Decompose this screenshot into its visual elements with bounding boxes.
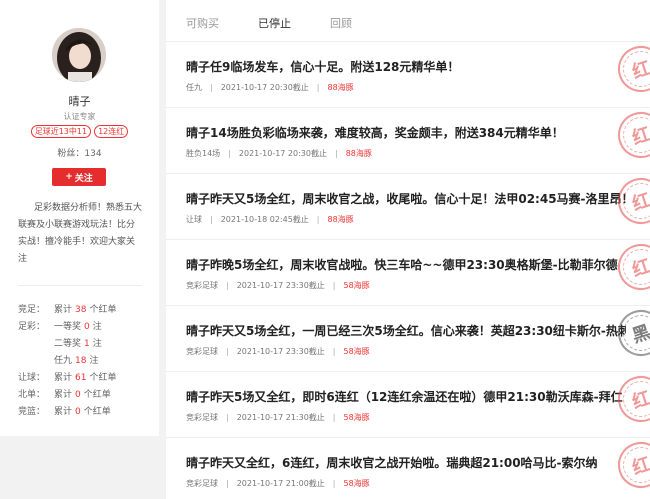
- list-item[interactable]: 晴子任9临场发车，信心十足。附送128元精华单！ 任九 | 2021-10-17 2…: [166, 42, 650, 108]
- red-result-stamp-icon: 红: [612, 42, 650, 98]
- plan-title[interactable]: 晴子昨天又5场全红，一周已经三次5场全红。信心来袭！英超23:30纽卡斯尔-热刺: [186, 322, 626, 339]
- plan-meta: 竞彩足球 | 2021-10-17 23:30截止 | 58海豚: [186, 347, 370, 356]
- divider: [18, 285, 142, 286]
- plan-list: 晴子任9临场发车，信心十足。附送128元精华单！ 任九 | 2021-10-17 2…: [166, 42, 650, 499]
- stat-row: 让球： 累计 61 个红单: [18, 373, 117, 383]
- avatar-image: [52, 28, 106, 82]
- plan-title[interactable]: 晴子昨天又5场全红，周末收官之战，收尾啦。信心十足！法甲02:45马赛-洛里昂！: [186, 190, 626, 207]
- plan-meta: 竞彩足球 | 2021-10-17 23:30截止 | 58海豚: [186, 281, 370, 290]
- red-result-stamp-icon: 红: [612, 372, 650, 428]
- red-result-stamp-icon: 红: [612, 438, 650, 494]
- follow-button[interactable]: + 关注: [52, 168, 106, 186]
- list-item[interactable]: 晴子14场胜负彩临场来袭，难度较高，奖金颇丰，附送384元精华单！ 胜负14场 |…: [166, 108, 650, 174]
- plan-title[interactable]: 晴子昨天又全红，6连红，周末收官之战开始啦。瑞典超21:00哈马比-索尔纳: [186, 454, 626, 471]
- expert-bio: 足彩数据分析师！熟悉五大联赛及小联赛游戏玩法！比分实战！擅冷能手！欢迎大家关注: [18, 203, 143, 264]
- expert-profile-card: 晴子 认证专家 足球近13中11 12连红 粉丝：134 + 关注 足彩数据分析…: [0, 0, 159, 436]
- stats-list: 竞足： 累计 38 个红单 足彩： 一等奖 0 注 二等奖 1 注 任九 18 注 让球： 累计…: [18, 302, 116, 421]
- red-result-stamp-icon: 红: [612, 174, 650, 230]
- list-item[interactable]: 晴子昨晚5场全红，周末收官战啦。快三车哈~~德甲23:30奥格斯堡-比勒菲尔德 …: [166, 240, 650, 306]
- list-item[interactable]: 晴子昨天又全红，6连红，周末收官之战开始啦。瑞典超21:00哈马比-索尔纳 竞彩…: [166, 438, 650, 499]
- streak-tag: 12连红: [94, 125, 129, 138]
- stat-row: 竞足： 累计 38 个红单: [18, 305, 117, 315]
- plus-icon: +: [65, 172, 73, 182]
- plan-title[interactable]: 晴子昨晚5场全红，周末收官战啦。快三车哈~~德甲23:30奥格斯堡-比勒菲尔德: [186, 256, 626, 273]
- stat-row: 足彩： 一等奖 0 注: [18, 322, 102, 332]
- plan-title[interactable]: 晴子14场胜负彩临场来袭，难度较高，奖金颇丰，附送384元精华单！: [186, 124, 626, 141]
- stat-row: 北单： 累计 0 个红单: [18, 390, 111, 400]
- certification-label: 认证专家: [63, 112, 96, 121]
- plan-meta: 竞彩足球 | 2021-10-17 21:30截止 | 58海豚: [186, 413, 370, 422]
- list-item[interactable]: 晴子昨天又5场全红，一周已经三次5场全红。信心来袭！英超23:30纽卡斯尔-热刺…: [166, 306, 650, 372]
- stat-row: 任九 18 注: [54, 356, 99, 366]
- plan-meta: 让球 | 2021-10-18 02:45截止 | 88海豚: [186, 215, 354, 224]
- plan-title[interactable]: 晴子任9临场发车，信心十足。附送128元精华单！: [186, 58, 626, 75]
- stat-row: 竞篮： 累计 0 个红单: [18, 407, 111, 417]
- expert-name: 晴子: [68, 95, 91, 108]
- red-result-stamp-icon: 红: [612, 108, 650, 164]
- plan-meta: 竞彩足球 | 2021-10-17 21:00截止 | 58海豚: [186, 479, 370, 488]
- list-item[interactable]: 晴子昨天5场又全红，即时6连红（12连红余温还在啦）德甲21:30勒沃库森-拜仁…: [166, 372, 650, 438]
- record-tag: 足球近13中11: [30, 125, 92, 138]
- list-item[interactable]: 晴子昨天又5场全红，周末收官之战，收尾啦。信心十足！法甲02:45马赛-洛里昂！…: [166, 174, 650, 240]
- plan-meta: 任九 | 2021-10-17 20:30截止 | 88海豚: [186, 83, 354, 92]
- red-result-stamp-icon: 红: [612, 240, 650, 296]
- plan-meta: 胜负14场 | 2021-10-17 20:30截止 | 88海豚: [186, 149, 372, 158]
- tab-available[interactable]: 可购买: [186, 15, 219, 31]
- fans-count: 粉丝：134: [57, 149, 102, 159]
- stat-row: 二等奖 1 注: [54, 339, 102, 349]
- tab-bar: 可购买 已停止 回顾: [166, 0, 650, 42]
- plan-list-panel: 可购买 已停止 回顾 晴子任9临场发车，信心十足。附送128元精华单！ 任九 | 2…: [166, 0, 650, 499]
- expert-tags: 足球近13中11 12连红: [0, 125, 159, 138]
- tab-review[interactable]: 回顾: [330, 15, 352, 31]
- avatar[interactable]: [52, 28, 106, 82]
- tab-stopped[interactable]: 已停止: [258, 15, 291, 31]
- plan-title[interactable]: 晴子昨天5场又全红，即时6连红（12连红余温还在啦）德甲21:30勒沃库森-拜仁: [186, 388, 626, 405]
- black-result-stamp-icon: 黑: [612, 306, 650, 362]
- follow-label: 关注: [74, 173, 93, 184]
